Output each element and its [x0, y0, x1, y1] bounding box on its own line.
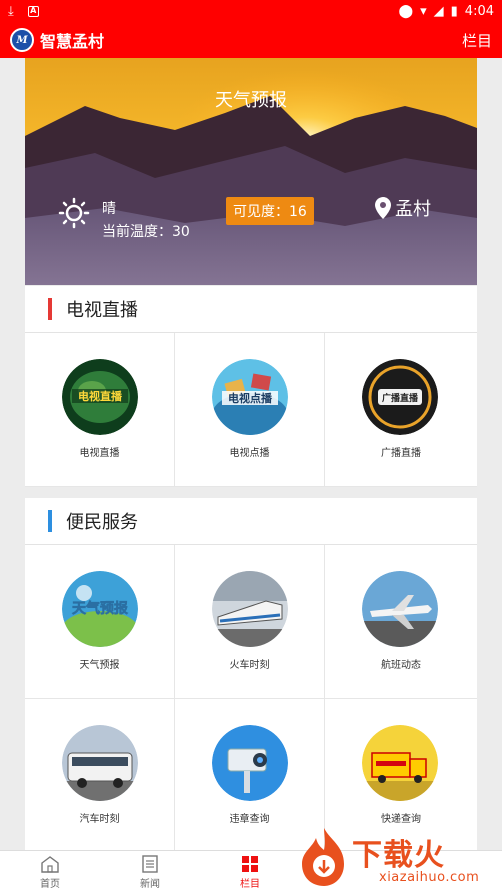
sun-icon	[58, 197, 90, 229]
section-title: 电视直播	[66, 300, 138, 321]
visibility-badge: 可见度：16	[226, 197, 314, 225]
bus-icon	[62, 725, 138, 801]
svg-text:广播直播: 广播直播	[382, 392, 419, 404]
tile-radio-live[interactable]: 广播直播 广播直播	[325, 333, 477, 487]
download-icon: ⤓	[8, 3, 14, 19]
app-bar: M 智慧孟村 栏目	[0, 22, 502, 58]
app-title: 智慧孟村	[40, 32, 105, 51]
nav-label: 栏目	[240, 878, 260, 890]
section-accent-bar	[48, 510, 52, 532]
tile-label: 电视点播	[229, 448, 270, 459]
svg-text:电视点播: 电视点播	[228, 391, 273, 405]
watermark-url: xiazaihuo.com	[379, 870, 480, 885]
tile-bus[interactable]: 汽车时刻	[25, 699, 175, 853]
radio-live-icon: 广播直播	[362, 359, 438, 435]
traffic-camera-icon	[212, 725, 288, 801]
nav-label: 首页	[40, 878, 60, 890]
grid-icon	[242, 855, 258, 872]
train-icon	[212, 571, 288, 647]
tile-label: 电视直播	[79, 448, 120, 459]
tile-label: 广播直播	[381, 448, 421, 459]
news-icon	[142, 854, 158, 873]
weather-banner[interactable]: 天气预报 晴 当前温度：30 可见度：16 孟村	[25, 58, 477, 285]
home-icon	[41, 855, 59, 873]
service-section: 便民服务 天气预报 天气预报 火车时刻 航班动态 汽车时刻 违章查询 快递查询	[25, 498, 477, 853]
location-pin-icon	[375, 197, 391, 219]
weather-icon: 天气预报	[62, 571, 138, 647]
tv-live-icon: 电视直播	[62, 359, 138, 435]
current-temperature: 当前温度：30	[102, 224, 190, 240]
tv-vod-icon: 电视点播	[212, 359, 288, 435]
tv-section: 电视直播 电视直播 电视直播 电视点播 电视点播 广播直播 广播直播	[25, 286, 477, 487]
tile-label: 快递查询	[381, 814, 421, 825]
delivery-truck-icon	[362, 725, 438, 801]
nav-label: 新闻	[140, 878, 160, 890]
app-logo: M	[10, 28, 34, 52]
signal-icon: ◢	[433, 3, 444, 19]
weather-condition: 晴	[102, 201, 116, 217]
tile-tv-vod[interactable]: 电视点播 电视点播	[175, 333, 325, 487]
tile-label: 天气预报	[79, 660, 120, 671]
tile-label: 航班动态	[381, 660, 421, 671]
section-header: 电视直播	[25, 286, 477, 333]
nav-news[interactable]: 新闻	[100, 851, 200, 892]
tile-weather[interactable]: 天气预报 天气预报	[25, 545, 175, 699]
battery-icon: ▮	[450, 3, 458, 19]
svg-text:天气预报: 天气预报	[72, 600, 128, 617]
tile-label: 违章查询	[229, 814, 270, 825]
flame-logo-icon	[302, 828, 344, 886]
weather-title: 天气预报	[215, 90, 287, 111]
nav-home[interactable]: 首页	[0, 851, 100, 892]
section-title: 便民服务	[66, 512, 138, 533]
tile-flight[interactable]: 航班动态	[325, 545, 477, 699]
section-accent-bar	[48, 298, 52, 320]
watermark: 下载火 xiazaihuo.com	[296, 826, 502, 892]
status-time: 4:04	[464, 3, 494, 19]
watermark-brand: 下载火	[352, 838, 445, 873]
wifi-icon: ▾	[420, 3, 427, 19]
section-header: 便民服务	[25, 498, 477, 545]
notification-a-icon: A	[27, 5, 39, 17]
tile-label: 汽车时刻	[79, 814, 120, 825]
tile-train[interactable]: 火车时刻	[175, 545, 325, 699]
location-status-icon: ⬤	[398, 3, 414, 19]
tile-label: 火车时刻	[229, 660, 270, 671]
airplane-icon	[362, 571, 438, 647]
nav-column[interactable]: 栏目	[200, 851, 300, 892]
column-menu-button[interactable]: 栏目	[462, 30, 492, 51]
svg-text:电视直播: 电视直播	[78, 389, 123, 403]
status-bar: ⤓ A ⬤ ▾ ◢ ▮ 4:04	[0, 0, 502, 22]
tile-tv-live[interactable]: 电视直播 电视直播	[25, 333, 175, 487]
location-name: 孟村	[395, 199, 431, 220]
